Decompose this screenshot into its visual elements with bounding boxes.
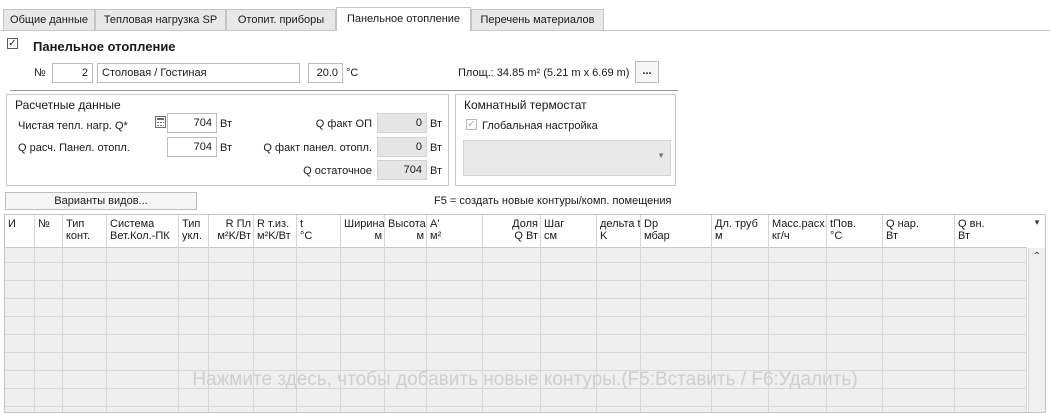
- col-header-pipe-length[interactable]: Дл. труб м: [712, 215, 769, 248]
- scroll-up-icon[interactable]: ⌃: [1029, 250, 1045, 264]
- col-header-no[interactable]: №: [35, 215, 63, 248]
- col-header-delta-t[interactable]: дельта tK: [597, 215, 641, 248]
- section-title: Панельное отопление: [33, 39, 176, 54]
- q-rest-label: Q остаточное: [303, 165, 372, 177]
- q-panel-field[interactable]: 704: [167, 137, 217, 157]
- global-setting-checkbox[interactable]: ✓: [466, 119, 477, 130]
- col-header-laying-type[interactable]: Тип укл.: [179, 215, 209, 248]
- col-header-dp[interactable]: Dp мбар: [641, 215, 712, 248]
- q-rest-unit: Вт: [430, 165, 443, 177]
- col-header-mass-flow[interactable]: Масс.расх. кг/ч: [769, 215, 827, 248]
- global-setting-label: Глобальная настройка: [482, 120, 598, 132]
- q-panel-label: Q расч. Панел. отопл.: [18, 142, 130, 154]
- room-number-field[interactable]: 2: [52, 63, 93, 83]
- col-header-area[interactable]: A' м²: [427, 215, 483, 248]
- col-header-i[interactable]: И: [5, 215, 35, 248]
- grid-header: И № Тип конт. Система Вет.Кол.-ПК Тип укл. …: [5, 215, 1027, 248]
- q-rest-field: 704: [377, 160, 427, 180]
- thermostat-select[interactable]: ▼: [463, 140, 671, 176]
- col-header-q-out[interactable]: Q нар. Вт: [883, 215, 955, 248]
- col-header-width[interactable]: Ширина м: [341, 215, 385, 248]
- col-header-r-insulation[interactable]: R т.из. м²K/Вт: [254, 215, 297, 248]
- header-divider: [10, 90, 678, 91]
- q-fact-op-field: 0: [377, 113, 427, 133]
- column-chooser-icon[interactable]: ▾: [1028, 215, 1045, 248]
- panel-heating-checkbox[interactable]: ✓: [7, 38, 18, 49]
- tab-radiators[interactable]: Отопит. приборы: [226, 9, 336, 31]
- q-fact-panel-label: Q факт панел. отопл.: [263, 142, 372, 154]
- tab-bar: Общие данные Тепловая нагрузка SP Отопит…: [0, 0, 1050, 31]
- calculator-icon[interactable]: [155, 116, 166, 128]
- calc-data-title: Расчетные данные: [15, 98, 121, 112]
- thermostat-title: Комнатный термостат: [464, 98, 587, 112]
- col-header-share[interactable]: Доля Q Вт: [483, 215, 541, 248]
- f5-hint: F5 = создать новые контуры/комп. помещен…: [434, 195, 672, 207]
- vertical-scrollbar[interactable]: ⌃: [1028, 248, 1045, 412]
- col-header-q-in[interactable]: Q вн. Вт: [955, 215, 1027, 248]
- room-number-label: №: [34, 67, 46, 79]
- view-variants-button[interactable]: Варианты видов...: [5, 192, 197, 210]
- q-panel-unit: Вт: [220, 142, 233, 154]
- room-name-field[interactable]: Столовая / Гостиная: [97, 63, 300, 83]
- tab-general[interactable]: Общие данные: [3, 9, 95, 31]
- q-fact-op-label: Q факт ОП: [315, 118, 372, 130]
- tab-heat-load[interactable]: Тепловая нагрузка SP: [95, 9, 226, 31]
- col-header-contour-type[interactable]: Тип конт.: [63, 215, 107, 248]
- col-header-system[interactable]: Система Вет.Кол.-ПК: [107, 215, 179, 248]
- col-header-pitch[interactable]: Шаг см: [541, 215, 597, 248]
- room-dims-button[interactable]: ...: [635, 61, 659, 83]
- circuits-grid[interactable]: И № Тип конт. Система Вет.Кол.-ПК Тип укл. …: [4, 214, 1046, 413]
- tab-materials[interactable]: Перечень материалов: [471, 9, 604, 31]
- add-circuits-placeholder[interactable]: Нажмите здесь, чтобы добавить новые конт…: [125, 369, 925, 391]
- net-load-unit: Вт: [220, 118, 233, 130]
- q-fact-panel-field: 0: [377, 137, 427, 157]
- tab-panel-heating[interactable]: Панельное отопление: [336, 7, 471, 31]
- col-header-surface-t[interactable]: tПов. °C: [827, 215, 883, 248]
- col-header-height[interactable]: Высота м: [385, 215, 427, 248]
- room-area-label: Площ.: 34.85 m² (5.21 m x 6.69 m): [458, 67, 630, 79]
- net-load-field[interactable]: 704: [167, 113, 217, 133]
- temperature-unit: °C: [346, 67, 359, 79]
- net-load-label: Чистая тепл. нагр. Q*: [18, 120, 128, 132]
- room-temperature-field[interactable]: 20.0: [308, 63, 343, 83]
- chevron-down-icon: ▼: [657, 151, 665, 160]
- q-fact-op-unit: Вт: [430, 118, 443, 130]
- q-fact-panel-unit: Вт: [430, 142, 443, 154]
- col-header-t[interactable]: t °C: [297, 215, 341, 248]
- col-header-r-floor[interactable]: R Пл м²K/Вт: [209, 215, 254, 248]
